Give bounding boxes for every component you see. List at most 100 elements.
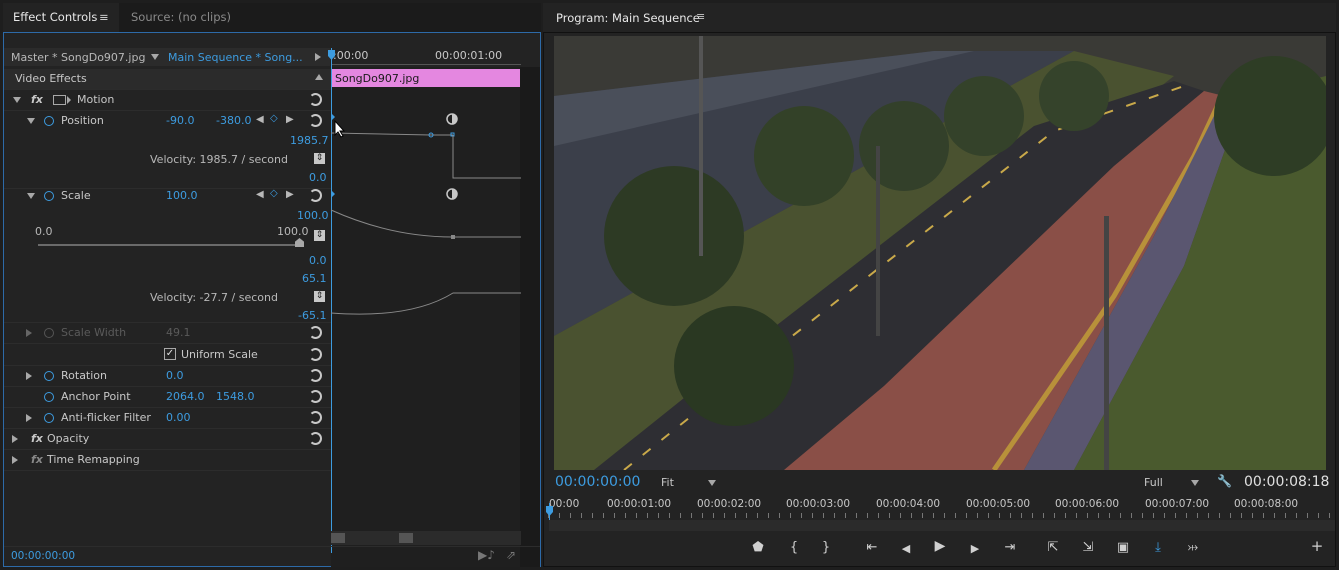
ec-ruler[interactable]: :00:00 00:00:01:00 bbox=[331, 48, 521, 66]
tab-effect-controls-label: Effect Controls bbox=[13, 10, 98, 24]
scale-velocity-max: 65.1 bbox=[302, 272, 327, 285]
program-duration: 00:00:08:18 bbox=[1244, 474, 1330, 490]
scale-graph-toggle-icon[interactable]: ⇕ bbox=[314, 230, 325, 241]
opacity-expand-icon[interactable] bbox=[12, 435, 18, 443]
tab-source[interactable]: Source: (no clips) bbox=[121, 3, 251, 32]
export-frame-icon[interactable]: ▣ bbox=[1112, 540, 1134, 555]
sequence-label[interactable]: Main Sequence * Song... bbox=[168, 51, 303, 64]
go-to-in-icon[interactable]: ⇤ bbox=[861, 540, 883, 555]
zoom-select[interactable]: Fit bbox=[661, 476, 674, 489]
anchor-x-value[interactable]: 2064.0 bbox=[166, 390, 205, 403]
anti-flicker-stopwatch-icon[interactable] bbox=[44, 413, 54, 423]
position-velocity-toggle-icon[interactable]: ⇕ bbox=[314, 153, 325, 164]
scale-graph-max: 100.0 bbox=[297, 209, 329, 222]
anti-flicker-expand-icon[interactable] bbox=[26, 414, 32, 422]
scale-graph-min: 0.0 bbox=[309, 254, 327, 267]
opacity-reset-icon[interactable] bbox=[309, 432, 322, 445]
rotation-stopwatch-icon[interactable] bbox=[44, 371, 54, 381]
ruler-label-2: 00:00:02:00 bbox=[697, 498, 762, 510]
scale-slider-track[interactable] bbox=[38, 244, 302, 246]
scale-slider-thumb[interactable] bbox=[295, 238, 304, 247]
position-stopwatch-icon[interactable] bbox=[44, 116, 54, 126]
button-editor-icon[interactable]: + bbox=[1306, 537, 1328, 555]
clip-header: Master * SongDo907.jpg Main Sequence * S… bbox=[4, 48, 330, 66]
scale-graph-point[interactable] bbox=[451, 235, 455, 239]
opacity-row[interactable]: fx Opacity bbox=[4, 429, 331, 450]
insert-icon[interactable]: ⤓ bbox=[1147, 540, 1169, 555]
zoom-dropdown-icon[interactable] bbox=[708, 480, 716, 486]
program-zoom-bar[interactable] bbox=[549, 520, 1335, 531]
position-prev-keyframe-icon[interactable]: ◀ bbox=[256, 114, 264, 125]
resolution-dropdown-icon[interactable] bbox=[1191, 480, 1199, 486]
rotation-expand-icon[interactable] bbox=[26, 372, 32, 380]
step-forward-icon[interactable]: ▶ bbox=[964, 542, 986, 555]
ec-scroll-right-handle[interactable] bbox=[399, 533, 413, 543]
overwrite-icon[interactable]: ⤔ bbox=[1182, 540, 1204, 555]
collapse-up-icon[interactable] bbox=[315, 74, 323, 80]
fx-icon[interactable]: fx bbox=[31, 93, 43, 106]
anchor-stopwatch-icon[interactable] bbox=[44, 392, 54, 402]
panel-menu-icon[interactable]: ≡ bbox=[99, 3, 109, 32]
ec-horizontal-scrollbar[interactable] bbox=[331, 531, 521, 545]
anchor-y-value[interactable]: 1548.0 bbox=[216, 390, 255, 403]
motion-row[interactable]: fx Motion bbox=[4, 90, 331, 111]
play-button-icon[interactable]: ▶ bbox=[929, 538, 951, 554]
program-timecode[interactable]: 00:00:00:00 bbox=[555, 474, 640, 490]
extract-icon[interactable]: ⇲ bbox=[1077, 540, 1099, 555]
rotation-value[interactable]: 0.0 bbox=[166, 369, 184, 382]
scale-prev-keyframe-icon[interactable]: ◀ bbox=[256, 189, 264, 200]
step-back-icon[interactable]: ◀ bbox=[895, 542, 917, 555]
go-to-out-icon[interactable]: ⇥ bbox=[999, 540, 1021, 555]
transform-box-icon[interactable] bbox=[53, 95, 66, 105]
motion-reset-icon[interactable] bbox=[309, 93, 322, 106]
uniform-scale-checkbox[interactable]: ✓ bbox=[164, 348, 176, 360]
rotation-reset-icon[interactable] bbox=[309, 369, 322, 382]
master-label[interactable]: Master * SongDo907.jpg bbox=[11, 51, 145, 64]
resolution-select[interactable]: Full bbox=[1144, 476, 1163, 489]
motion-expand-icon[interactable] bbox=[13, 97, 21, 103]
scale-expand-icon[interactable] bbox=[27, 193, 35, 199]
time-remapping-expand-icon[interactable] bbox=[12, 456, 18, 464]
mark-out-icon[interactable]: } bbox=[815, 540, 837, 555]
position-x-value[interactable]: -90.0 bbox=[166, 114, 194, 127]
scale-value[interactable]: 100.0 bbox=[166, 189, 198, 202]
ec-timecode[interactable]: 00:00:00:00 bbox=[11, 550, 75, 562]
tab-effect-controls[interactable]: Effect Controls ≡ bbox=[3, 3, 119, 32]
position-reset-icon[interactable] bbox=[309, 114, 322, 127]
mark-in-icon[interactable]: { bbox=[783, 540, 805, 555]
program-title[interactable]: Program: Main Sequence bbox=[556, 11, 700, 25]
show-timeline-icon[interactable] bbox=[315, 53, 321, 61]
export-icon[interactable]: ⇗ bbox=[506, 548, 516, 562]
position-add-keyframe-icon[interactable]: ◇ bbox=[270, 113, 278, 124]
position-expand-icon[interactable] bbox=[27, 118, 35, 124]
scale-velocity-toggle-icon[interactable]: ⇕ bbox=[314, 291, 325, 302]
uniform-scale-reset-icon[interactable] bbox=[309, 348, 322, 361]
anti-flicker-reset-icon[interactable] bbox=[309, 411, 322, 424]
program-menu-icon[interactable]: ≡ bbox=[696, 10, 705, 23]
master-dropdown-icon[interactable] bbox=[151, 54, 159, 60]
add-marker-icon[interactable]: ⬟ bbox=[747, 540, 769, 555]
tree bbox=[859, 101, 949, 191]
ruler-ticks bbox=[548, 513, 1336, 518]
opacity-fx-icon[interactable]: fx bbox=[31, 432, 43, 445]
ec-scroll-left-handle[interactable] bbox=[331, 533, 345, 543]
anti-flicker-value[interactable]: 0.00 bbox=[166, 411, 191, 424]
scale-reset-icon[interactable] bbox=[309, 189, 322, 202]
scale-start-keyframe[interactable] bbox=[331, 190, 335, 198]
scale-stopwatch-icon[interactable] bbox=[44, 191, 54, 201]
play-audio-icon[interactable]: ▶♪ bbox=[478, 548, 495, 562]
scale-next-keyframe-icon[interactable]: ▶ bbox=[286, 189, 294, 200]
scale-add-keyframe-icon[interactable]: ◇ bbox=[270, 188, 278, 199]
position-y-value[interactable]: -380.0 bbox=[216, 114, 251, 127]
position-velocity-label: Velocity: 1985.7 / second bbox=[150, 153, 288, 166]
time-remapping-row[interactable]: fx Time Remapping bbox=[4, 450, 331, 471]
position-next-keyframe-icon[interactable]: ▶ bbox=[286, 114, 294, 125]
program-video-frame[interactable] bbox=[554, 36, 1326, 470]
lift-icon[interactable]: ⇱ bbox=[1042, 540, 1064, 555]
program-ruler[interactable]: 00:00 00:00:01:00 00:00:02:00 00:00:03:0… bbox=[548, 496, 1336, 522]
anchor-reset-icon[interactable] bbox=[309, 390, 322, 403]
scale-width-reset-icon[interactable] bbox=[309, 326, 322, 339]
ec-scrollbar[interactable] bbox=[520, 67, 540, 567]
settings-wrench-icon[interactable]: 🔧 bbox=[1217, 474, 1232, 488]
mouse-cursor-icon bbox=[334, 120, 346, 138]
